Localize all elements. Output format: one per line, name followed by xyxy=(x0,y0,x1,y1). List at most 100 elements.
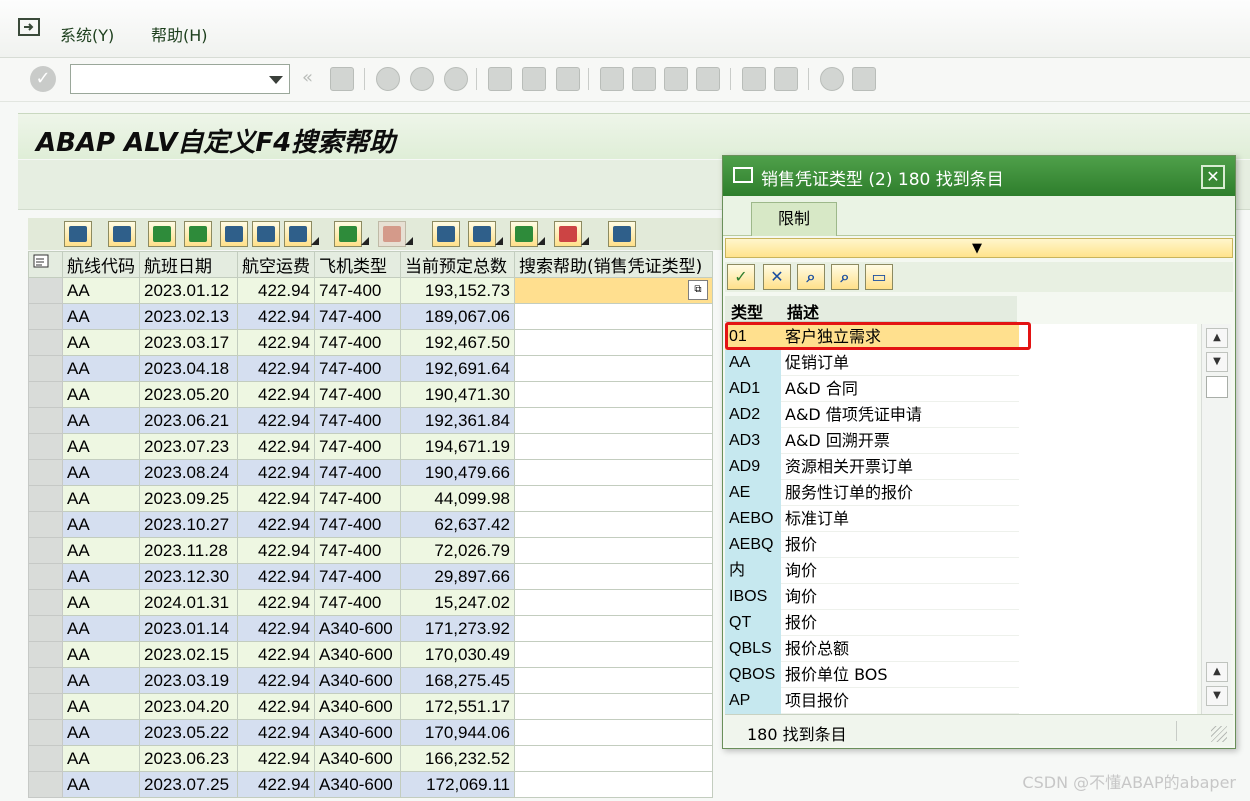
table-row[interactable]: AA 2023.04.20 422.94 A340-600 172,551.17 xyxy=(28,693,713,720)
list-item[interactable]: AEBQ 报价 xyxy=(725,532,1019,558)
exit-icon[interactable] xyxy=(410,67,434,91)
search-help-cell[interactable] xyxy=(514,641,713,668)
search-help-cell[interactable] xyxy=(514,407,713,434)
find-next-icon[interactable] xyxy=(252,221,280,247)
close-icon[interactable]: ✕ xyxy=(1201,165,1225,189)
f4-help-button[interactable]: ⧉ xyxy=(688,280,708,300)
table-row[interactable]: AA 2023.07.25 422.94 A340-600 172,069.11 xyxy=(28,771,713,798)
table-row[interactable]: AA 2023.02.15 422.94 A340-600 170,030.49 xyxy=(28,641,713,668)
last-page-icon[interactable] xyxy=(696,67,720,91)
list-item[interactable]: QT 报价 xyxy=(725,610,1019,636)
scroll-page-up-icon[interactable]: ▲ xyxy=(1206,662,1228,682)
row-selector[interactable] xyxy=(28,589,63,616)
scroll-up-icon[interactable]: ▲ xyxy=(1206,328,1228,348)
info-icon[interactable] xyxy=(608,221,636,247)
export-icon[interactable] xyxy=(510,221,545,247)
print-icon[interactable]: ▭ xyxy=(865,264,893,290)
row-selector[interactable] xyxy=(28,719,63,746)
table-row[interactable]: AA 2023.05.22 422.94 A340-600 170,944.06 xyxy=(28,719,713,746)
confirm-icon[interactable]: ✓ xyxy=(727,264,755,290)
search-help-cell[interactable] xyxy=(514,329,713,356)
search-help-cell[interactable] xyxy=(514,303,713,330)
scroll-down-icon[interactable]: ▼ xyxy=(1206,352,1228,372)
row-selector[interactable] xyxy=(28,459,63,486)
search-help-cell[interactable] xyxy=(514,589,713,616)
search-help-cell[interactable] xyxy=(514,433,713,460)
list-item[interactable]: QBLS 报价总额 xyxy=(725,636,1019,662)
system-menu-icon[interactable] xyxy=(18,18,40,36)
list-item[interactable]: AD9 资源相关开票订单 xyxy=(725,454,1019,480)
tab-restrictions[interactable]: 限制 xyxy=(751,202,837,236)
find-next-icon[interactable]: ⌕ xyxy=(831,264,859,290)
search-help-cell[interactable] xyxy=(514,381,713,408)
detail-icon[interactable] xyxy=(64,221,92,247)
find-icon[interactable]: ⌕ xyxy=(797,264,825,290)
table-row[interactable]: AA 2023.09.25 422.94 747-400 44,099.98 xyxy=(28,485,713,512)
print-icon[interactable] xyxy=(488,67,512,91)
list-item[interactable]: 内询价 xyxy=(725,558,1019,584)
list-item[interactable]: AD1 A&D 合同 xyxy=(725,376,1019,402)
row-selector[interactable] xyxy=(28,615,63,642)
sort-descending-icon[interactable] xyxy=(184,221,212,247)
sum-icon[interactable] xyxy=(334,221,369,247)
row-selector[interactable] xyxy=(28,563,63,590)
column-header-type[interactable]: 类型 xyxy=(731,299,763,323)
row-selector[interactable] xyxy=(28,537,63,564)
search-help-cell[interactable] xyxy=(514,615,713,642)
table-row[interactable]: AA 2023.12.30 422.94 747-400 29,897.66 xyxy=(28,563,713,590)
row-selector[interactable] xyxy=(28,407,63,434)
row-selector[interactable] xyxy=(28,485,63,512)
search-help-cell[interactable] xyxy=(514,771,713,798)
vertical-scrollbar[interactable]: ▲ ▼ ▲ ▼ xyxy=(1201,324,1231,714)
row-selector[interactable] xyxy=(28,745,63,772)
subtotal-icon[interactable] xyxy=(378,221,413,247)
command-input[interactable] xyxy=(71,65,261,93)
list-item[interactable]: AA 促销订单 xyxy=(725,350,1019,376)
list-item[interactable]: AD3 A&D 回溯开票 xyxy=(725,428,1019,454)
sort-ascending-icon[interactable] xyxy=(148,221,176,247)
list-item[interactable]: AE 服务性订单的报价 xyxy=(725,480,1019,506)
next-page-icon[interactable] xyxy=(664,67,688,91)
list-item[interactable]: AD2 A&D 借项凭证申请 xyxy=(725,402,1019,428)
table-row[interactable]: AA 2023.06.21 422.94 747-400 192,361.84 xyxy=(28,407,713,434)
search-help-cell[interactable] xyxy=(514,355,713,382)
row-selector[interactable] xyxy=(28,771,63,798)
column-header[interactable]: 航线代码 xyxy=(62,251,140,278)
row-selector[interactable] xyxy=(28,355,63,382)
row-selector[interactable] xyxy=(28,511,63,538)
list-item[interactable]: QBOS 报价单位 BOS xyxy=(725,662,1019,688)
table-row[interactable]: AA 2023.06.23 422.94 A340-600 166,232.52 xyxy=(28,745,713,772)
table-row[interactable]: AA 2023.03.17 422.94 747-400 192,467.50 xyxy=(28,329,713,356)
column-header[interactable]: 航空运费 xyxy=(237,251,315,278)
print-icon[interactable] xyxy=(432,221,460,247)
column-header[interactable]: 飞机类型 xyxy=(314,251,401,278)
table-row[interactable]: AA 2024.01.31 422.94 747-400 15,247.02 xyxy=(28,589,713,616)
column-header[interactable]: 搜索帮助(销售凭证类型) xyxy=(514,251,713,278)
search-help-cell[interactable] xyxy=(514,511,713,538)
table-row[interactable]: AA 2023.03.19 422.94 A340-600 168,275.45 xyxy=(28,667,713,694)
views-icon[interactable] xyxy=(468,221,503,247)
first-page-icon[interactable] xyxy=(600,67,624,91)
menu-help[interactable]: 帮助(H) xyxy=(151,22,208,46)
row-selector[interactable] xyxy=(28,641,63,668)
cancel-icon[interactable]: ✕ xyxy=(763,264,791,290)
enter-icon[interactable]: ✓ xyxy=(30,66,56,92)
list-item[interactable]: AP 项目报价 xyxy=(725,688,1019,714)
refresh-icon[interactable] xyxy=(108,221,136,247)
row-selector[interactable] xyxy=(28,693,63,720)
cancel-icon[interactable] xyxy=(444,67,468,91)
table-row[interactable]: AA 2023.02.13 422.94 747-400 189,067.06 xyxy=(28,303,713,330)
layout-icon[interactable] xyxy=(554,221,589,247)
list-item[interactable]: IBOS 询价 xyxy=(725,584,1019,610)
row-selector[interactable] xyxy=(28,303,63,330)
search-help-cell[interactable] xyxy=(514,459,713,486)
search-help-cell[interactable] xyxy=(514,693,713,720)
list-item[interactable]: AEBO 标准订单 xyxy=(725,506,1019,532)
row-selector[interactable] xyxy=(28,667,63,694)
row-selector[interactable] xyxy=(28,381,63,408)
previous-page-icon[interactable] xyxy=(632,67,656,91)
table-row[interactable]: AA 2023.01.14 422.94 A340-600 171,273.92 xyxy=(28,615,713,642)
new-session-icon[interactable] xyxy=(742,67,766,91)
table-row[interactable]: AA 2023.04.18 422.94 747-400 192,691.64 xyxy=(28,355,713,382)
column-header-description[interactable]: 描述 xyxy=(787,299,819,323)
